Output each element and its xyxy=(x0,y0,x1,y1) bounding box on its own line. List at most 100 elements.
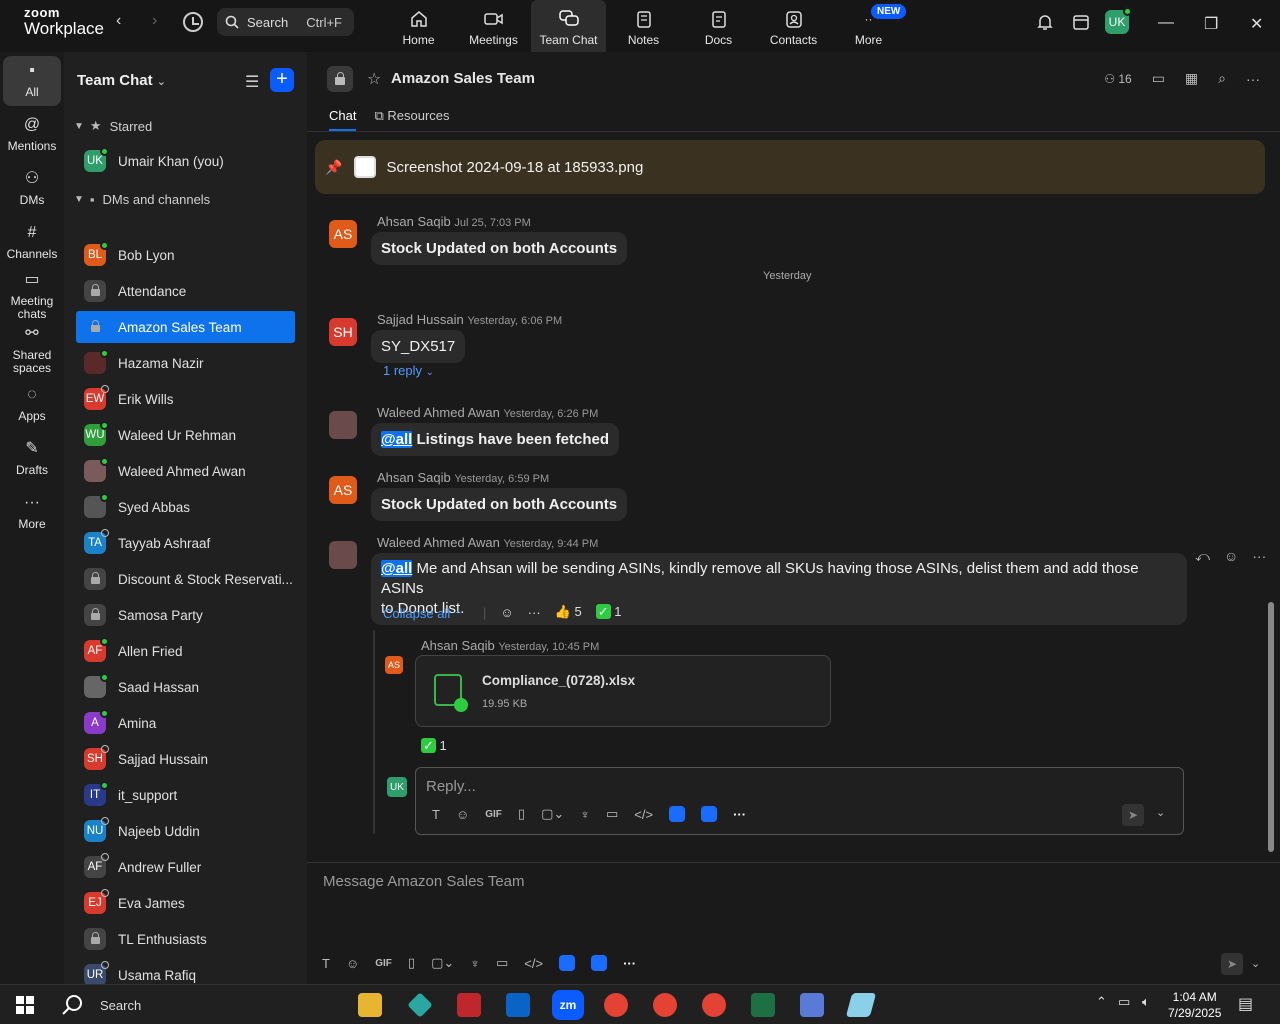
sidebar-item[interactable]: AF Allen Fried xyxy=(76,635,295,667)
video-message-icon[interactable]: ▭ xyxy=(606,806,618,822)
excel-icon[interactable] xyxy=(751,993,775,1017)
mic-icon[interactable]: ♆ xyxy=(470,956,480,971)
chrome-icon[interactable] xyxy=(604,993,628,1017)
history-icon[interactable] xyxy=(183,12,203,32)
rail-dms[interactable]: ⚇ DMs xyxy=(3,164,61,214)
calculator-icon[interactable] xyxy=(800,993,824,1017)
rail-apps[interactable]: ◌ Apps xyxy=(3,380,61,430)
reaction-thumbs-up[interactable]: 👍 5 xyxy=(555,604,582,620)
sidebar-item[interactable]: UR Usama Rafiq xyxy=(76,959,295,984)
sidebar-item[interactable]: Saad Hassan xyxy=(76,671,295,703)
sidebar-item[interactable]: TL Enthusiasts xyxy=(76,923,295,955)
section-dms[interactable]: ▼ ▪ DMs and channels xyxy=(74,192,210,207)
nav-notes[interactable]: Notes xyxy=(606,0,681,52)
volume-icon[interactable]: 🔈︎ xyxy=(1142,994,1150,1010)
video-message-icon[interactable]: ▭ xyxy=(496,955,508,971)
outlook-icon[interactable] xyxy=(506,993,530,1017)
mention[interactable]: @all xyxy=(381,431,413,448)
reaction-check[interactable]: ✓ 1 xyxy=(421,738,447,754)
zoom-taskbar-icon[interactable]: zm xyxy=(552,990,584,1020)
calendar-icon[interactable] xyxy=(1072,13,1090,31)
sidebar-item[interactable]: SH Sajjad Hussain xyxy=(76,743,295,775)
sidebar-item[interactable]: Amazon Sales Team xyxy=(76,311,295,343)
sidebar-item[interactable]: WU Waleed Ur Rehman xyxy=(76,419,295,451)
sidebar-item[interactable]: Attendance xyxy=(76,275,295,307)
chrome-icon[interactable] xyxy=(653,993,677,1017)
code-icon[interactable]: </> xyxy=(634,807,653,822)
nav-home[interactable]: Home xyxy=(381,0,456,52)
sidebar-item[interactable]: Syed Abbas xyxy=(76,491,295,523)
notifications-icon[interactable]: ▤ xyxy=(1238,994,1253,1014)
more-options-icon[interactable]: ··· xyxy=(528,605,541,620)
reply-input[interactable]: Reply... T ☺ GIF ▯ ▢⌄ ♆ ▭ </> ··· ➤ ⌄ xyxy=(415,767,1184,835)
sidebar-item[interactable]: Waleed Ahmed Awan xyxy=(76,455,295,487)
sidebar-item[interactable]: Hazama Nazir xyxy=(76,347,295,379)
avatar[interactable]: SH xyxy=(329,318,357,346)
members-button[interactable]: ⚇ 16 xyxy=(1104,72,1131,86)
app-icon[interactable] xyxy=(407,992,433,1018)
section-starred[interactable]: ▼ ★ Starred xyxy=(74,118,152,134)
app-icon[interactable] xyxy=(669,806,686,822)
sidebar-item[interactable]: EJ Eva James xyxy=(76,887,295,919)
avatar[interactable]: AS xyxy=(385,656,403,674)
user-avatar[interactable]: UK xyxy=(1105,7,1132,34)
forward-icon[interactable]: › xyxy=(152,12,157,30)
pinned-message[interactable]: 📌 Screenshot 2024-09-18 at 185933.png xyxy=(315,140,1265,194)
rail-drafts[interactable]: ✎ Drafts xyxy=(3,434,61,484)
close-icon[interactable]: ✕ xyxy=(1250,14,1263,34)
message-author[interactable]: Ahsan Saqib xyxy=(377,214,451,229)
new-chat-button[interactable]: + xyxy=(270,68,294,92)
sidebar-item[interactable]: TA Tayyab Ashraaf xyxy=(76,527,295,559)
emoji-icon[interactable]: ☺ xyxy=(456,807,469,822)
message-author[interactable]: Ahsan Saqib xyxy=(421,638,495,653)
bell-icon[interactable] xyxy=(1036,13,1054,31)
avatar[interactable] xyxy=(329,411,357,439)
tray-chevron-icon[interactable]: ⌃ xyxy=(1096,994,1107,1010)
mention[interactable]: @all xyxy=(381,560,413,577)
screenshot-icon[interactable]: ▢⌄ xyxy=(431,955,454,971)
code-icon[interactable]: </> xyxy=(524,956,543,971)
app-icon[interactable] xyxy=(701,806,718,822)
windows-start-icon[interactable] xyxy=(16,996,34,1014)
file-icon[interactable]: ▯ xyxy=(518,806,525,822)
filezilla-icon[interactable] xyxy=(457,993,481,1017)
star-outline-icon[interactable]: ☆ xyxy=(367,69,381,89)
gif-icon[interactable]: GIF xyxy=(485,809,502,820)
sidebar-item[interactable]: Discount & Stock Reservati... xyxy=(76,563,295,595)
collapse-all-link[interactable]: Collapse all ⌃ xyxy=(383,606,462,621)
sidebar-item[interactable]: A Amina xyxy=(76,707,295,739)
sidebar-title[interactable]: Team Chat ⌄ xyxy=(77,72,166,89)
tab-resources[interactable]: ⧉ Resources xyxy=(374,108,449,131)
more-options-icon[interactable]: ··· xyxy=(623,956,636,971)
back-icon[interactable]: ‹ xyxy=(116,12,121,30)
nav-contacts[interactable]: Contacts xyxy=(756,0,831,52)
scrollbar-thumb[interactable] xyxy=(1268,602,1274,852)
rail-mentions[interactable]: @ Mentions xyxy=(3,110,61,160)
scrollbar[interactable] xyxy=(1267,132,1275,862)
sidebar-item[interactable]: NU Najeeb Uddin xyxy=(76,815,295,847)
nav-more[interactable]: ·· More NEW xyxy=(831,0,907,52)
filter-icon[interactable]: ☰ xyxy=(245,72,259,92)
video-call-icon[interactable]: ▭ xyxy=(1152,70,1165,87)
more-options-icon[interactable]: ··· xyxy=(1246,71,1260,87)
rail-more[interactable]: ··· More xyxy=(3,488,61,538)
calendar-icon[interactable]: ▦ xyxy=(1185,70,1198,87)
screenshot-icon[interactable]: ▢⌄ xyxy=(541,806,564,822)
file-icon[interactable]: ▯ xyxy=(408,955,415,971)
clock[interactable]: 1:04 AM 7/29/2025 xyxy=(1168,989,1221,1021)
add-reaction-icon[interactable]: ☺ xyxy=(500,605,513,620)
chrome-icon[interactable] xyxy=(702,993,726,1017)
restore-icon[interactable]: ❐ xyxy=(1204,14,1218,34)
rail-meeting-chats[interactable]: ▭ Meeting chats xyxy=(3,272,61,322)
more-options-icon[interactable]: ··· xyxy=(1252,548,1266,565)
sidebar-item[interactable]: IT it_support xyxy=(76,779,295,811)
chevron-down-icon[interactable]: ⌄ xyxy=(1251,957,1260,970)
rail-channels[interactable]: # Channels xyxy=(3,218,61,268)
avatar[interactable]: AS xyxy=(329,220,357,248)
mic-icon[interactable]: ♆ xyxy=(580,807,590,822)
nav-team-chat[interactable]: Team Chat xyxy=(531,0,606,52)
app-icon[interactable] xyxy=(591,955,608,971)
rail-shared-spaces[interactable]: ⚯ Shared spaces xyxy=(3,326,61,376)
message-author[interactable]: Waleed Ahmed Awan xyxy=(377,405,500,420)
rail-all[interactable]: ▪ All xyxy=(3,56,61,106)
